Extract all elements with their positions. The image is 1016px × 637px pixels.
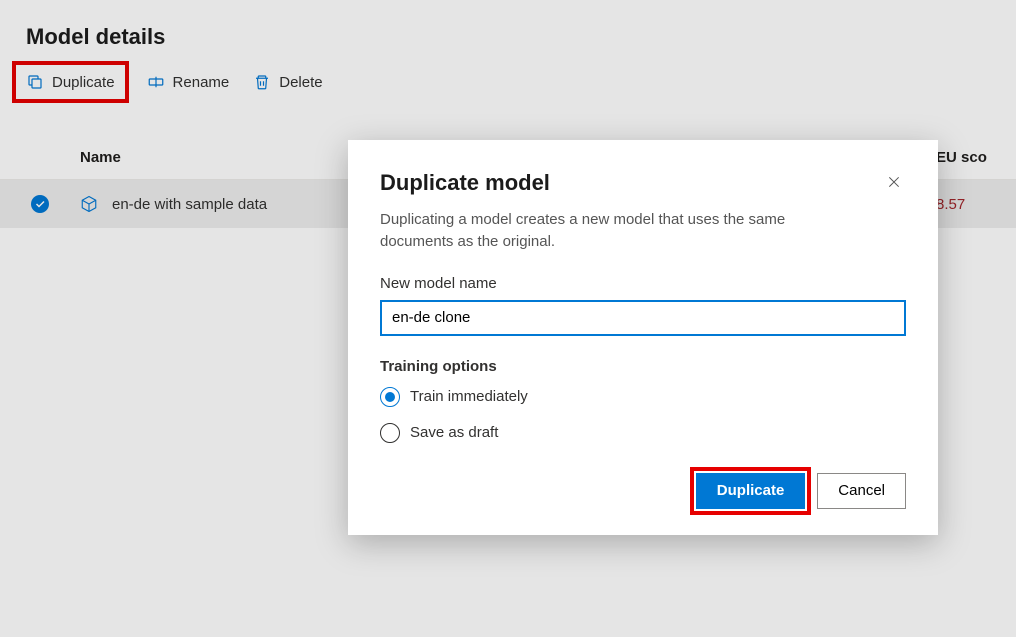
options-label: Training options	[380, 358, 906, 375]
radio-icon	[380, 423, 400, 443]
close-button[interactable]	[882, 170, 906, 199]
dialog-cancel-button[interactable]: Cancel	[817, 473, 906, 509]
close-icon	[886, 177, 902, 194]
primary-action-highlight: Duplicate	[696, 473, 806, 509]
radio-icon	[380, 387, 400, 407]
radio-save-as-draft[interactable]: Save as draft	[380, 423, 906, 443]
dialog-title: Duplicate model	[380, 170, 550, 196]
duplicate-dialog: Duplicate model Duplicating a model crea…	[348, 140, 938, 535]
radio-train-immediately[interactable]: Train immediately	[380, 387, 906, 407]
name-label: New model name	[380, 275, 906, 292]
radio-label: Train immediately	[410, 388, 528, 405]
radio-label: Save as draft	[410, 424, 498, 441]
training-options-group: Train immediately Save as draft	[380, 387, 906, 443]
dialog-duplicate-button[interactable]: Duplicate	[696, 473, 806, 509]
dialog-description: Duplicating a model creates a new model …	[380, 209, 840, 253]
model-name-input[interactable]	[380, 300, 906, 336]
